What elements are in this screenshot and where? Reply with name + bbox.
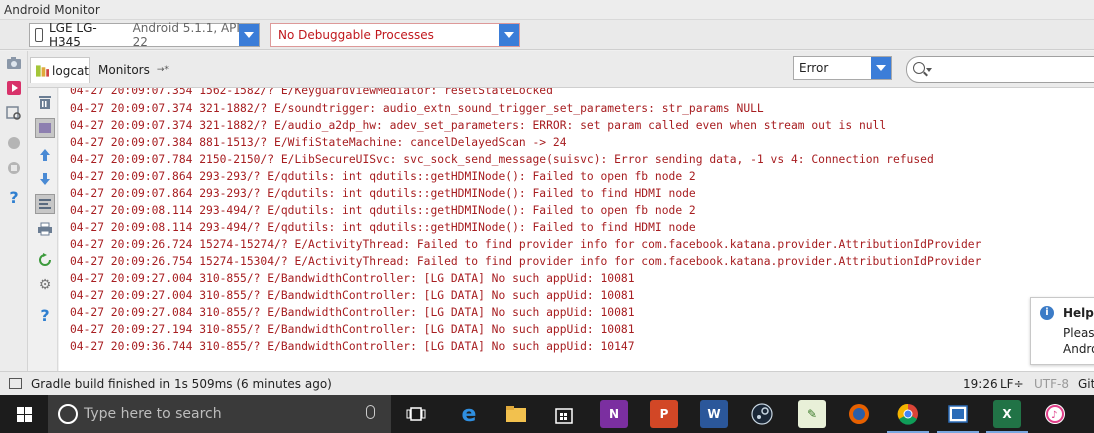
clear-logcat-icon[interactable]	[36, 93, 54, 111]
vcs-branch[interactable]: Git	[1078, 377, 1094, 391]
process-selector[interactable]: No Debuggable Processes	[270, 23, 520, 47]
file-encoding[interactable]: UTF-8	[1034, 377, 1069, 391]
search-history-dropdown-icon[interactable]	[926, 68, 932, 72]
process-dropdown-button[interactable]	[499, 24, 519, 46]
log-line: 04-27 20:09:26.754 15274-15304/? E/Activ…	[70, 255, 982, 268]
cursor-position[interactable]: 19:26	[963, 377, 998, 391]
record-video-icon[interactable]	[5, 79, 23, 97]
info-icon: i	[1040, 306, 1054, 320]
store-icon[interactable]	[550, 400, 578, 428]
line-separator[interactable]: LF÷	[1000, 377, 1024, 391]
tool-window-icon[interactable]	[9, 378, 22, 389]
search-icon	[913, 62, 925, 74]
chevron-down-icon	[876, 65, 886, 71]
help-icon[interactable]: ?	[36, 306, 54, 325]
device-dropdown-button[interactable]	[239, 24, 259, 46]
log-line: 04-27 20:09:27.084 310-855/? E/Bandwidth…	[70, 306, 635, 319]
taskbar-search-placeholder: Type here to search	[84, 406, 222, 422]
svg-text:♪: ♪	[1051, 410, 1057, 421]
log-line: 04-27 20:09:26.724 15274-15274/? E/Activ…	[70, 238, 982, 251]
status-bar: Gradle build finished in 1s 509ms (6 min…	[0, 371, 1094, 395]
chrome-icon[interactable]	[887, 400, 929, 433]
tab-logcat[interactable]: logcat	[30, 57, 90, 83]
log-line: 04-27 20:09:08.114 293-494/? E/qdutils: …	[70, 221, 696, 234]
log-line: 04-27 20:09:07.864 293-293/? E/qdutils: …	[70, 187, 696, 200]
restart-icon[interactable]	[36, 251, 54, 269]
notepad-icon[interactable]: ✎	[798, 400, 826, 428]
log-level-value: Error	[799, 61, 829, 75]
window-title: Android Monitor	[4, 3, 100, 17]
firefox-icon[interactable]	[845, 400, 873, 428]
logcat-toolbar: ⚙ ?	[32, 88, 58, 371]
powerpoint-icon[interactable]: P	[650, 400, 678, 428]
chevron-down-icon	[504, 32, 514, 38]
log-line: 04-27 20:09:07.784 2150-2150/? E/LibSecu…	[70, 153, 934, 166]
help-notification-text: Please	[1063, 326, 1094, 340]
windows-taskbar: Type here to search e N P W ✎ X ♪	[0, 395, 1094, 433]
log-line: 04-27 20:09:27.194 310-855/? E/Bandwidth…	[70, 323, 635, 336]
tab-monitors-label: Monitors	[98, 63, 150, 77]
help-icon[interactable]: ?	[5, 188, 23, 207]
logcat-search-input[interactable]	[906, 56, 1094, 83]
chevron-down-icon	[244, 32, 254, 38]
log-level-selector[interactable]: Error	[793, 56, 892, 80]
microphone-icon[interactable]	[366, 405, 375, 419]
taskbar-search[interactable]: Type here to search	[48, 395, 391, 433]
pin-icon: →*	[156, 65, 169, 75]
monitor-tab-bar: logcat Monitors →* Error	[28, 51, 1094, 88]
device-toolbar: LGE LG-H345 Android 5.1.1, API 22 No Deb…	[0, 20, 1094, 50]
scroll-to-end-icon[interactable]	[35, 118, 55, 138]
edge-icon[interactable]: e	[455, 400, 483, 428]
excel-icon[interactable]: X	[986, 400, 1028, 433]
camera-icon[interactable]	[5, 54, 23, 72]
left-toolbar: ?	[0, 51, 28, 371]
down-arrow-icon[interactable]	[36, 170, 54, 188]
log-line: 04-27 20:09:07.374 321-1882/? E/audio_a2…	[70, 119, 887, 132]
status-message: Gradle build finished in 1s 509ms (6 min…	[31, 377, 332, 391]
process-value: No Debuggable Processes	[278, 28, 434, 42]
log-line: 04-27 20:09:27.004 310-855/? E/Bandwidth…	[70, 272, 635, 285]
blue-app-icon[interactable]	[937, 400, 979, 433]
logcat-icon	[36, 64, 50, 77]
up-arrow-icon[interactable]	[36, 146, 54, 164]
file-explorer-icon[interactable]	[502, 400, 530, 428]
log-line: 04-27 20:09:36.744 310-855/? E/Bandwidth…	[70, 340, 635, 353]
help-notification-title: Help i	[1063, 306, 1094, 320]
log-level-dropdown-button[interactable]	[871, 57, 891, 79]
tab-monitors[interactable]: Monitors →*	[94, 57, 170, 83]
log-line: 04-27 20:09:07.374 321-1882/? E/soundtri…	[70, 102, 764, 115]
cortana-icon	[58, 404, 78, 424]
soft-wraps-icon[interactable]	[35, 194, 55, 214]
stop-icon[interactable]	[5, 159, 23, 177]
word-icon[interactable]: W	[700, 400, 728, 428]
log-line: 04-27 20:09:08.114 293-494/? E/qdutils: …	[70, 204, 696, 217]
title-bar: Android Monitor	[0, 0, 1094, 20]
phone-icon	[35, 28, 43, 42]
log-line: 04-27 20:09:27.004 310-855/? E/Bandwidth…	[70, 289, 635, 302]
terminate-icon[interactable]	[5, 134, 23, 152]
windows-logo-icon	[17, 407, 32, 422]
system-info-icon[interactable]	[5, 104, 23, 122]
device-name: LGE LG-H345	[49, 21, 97, 49]
start-button[interactable]	[0, 395, 48, 433]
task-view-icon[interactable]	[402, 400, 430, 428]
tab-logcat-label: logcat	[52, 63, 89, 78]
help-notification-text: Andro	[1063, 342, 1094, 356]
help-notification[interactable]: i Help i Please Andro	[1030, 297, 1094, 365]
print-icon[interactable]	[36, 220, 54, 238]
itunes-icon[interactable]: ♪	[1041, 400, 1069, 428]
log-line: 04-27 20:09:07.354 1562-1582/? E/Keyguar…	[70, 88, 553, 97]
settings-gear-icon[interactable]: ⚙	[36, 276, 54, 294]
steam-icon[interactable]	[748, 400, 776, 428]
log-line: 04-27 20:09:07.864 293-293/? E/qdutils: …	[70, 170, 696, 183]
onenote-icon[interactable]: N	[600, 400, 628, 428]
log-line: 04-27 20:09:07.384 881-1513/? E/WifiStat…	[70, 136, 567, 149]
logcat-output[interactable]: 04-27 20:09:07.354 1562-1582/? E/Keyguar…	[59, 88, 1094, 371]
device-selector[interactable]: LGE LG-H345 Android 5.1.1, API 22	[29, 21, 260, 49]
